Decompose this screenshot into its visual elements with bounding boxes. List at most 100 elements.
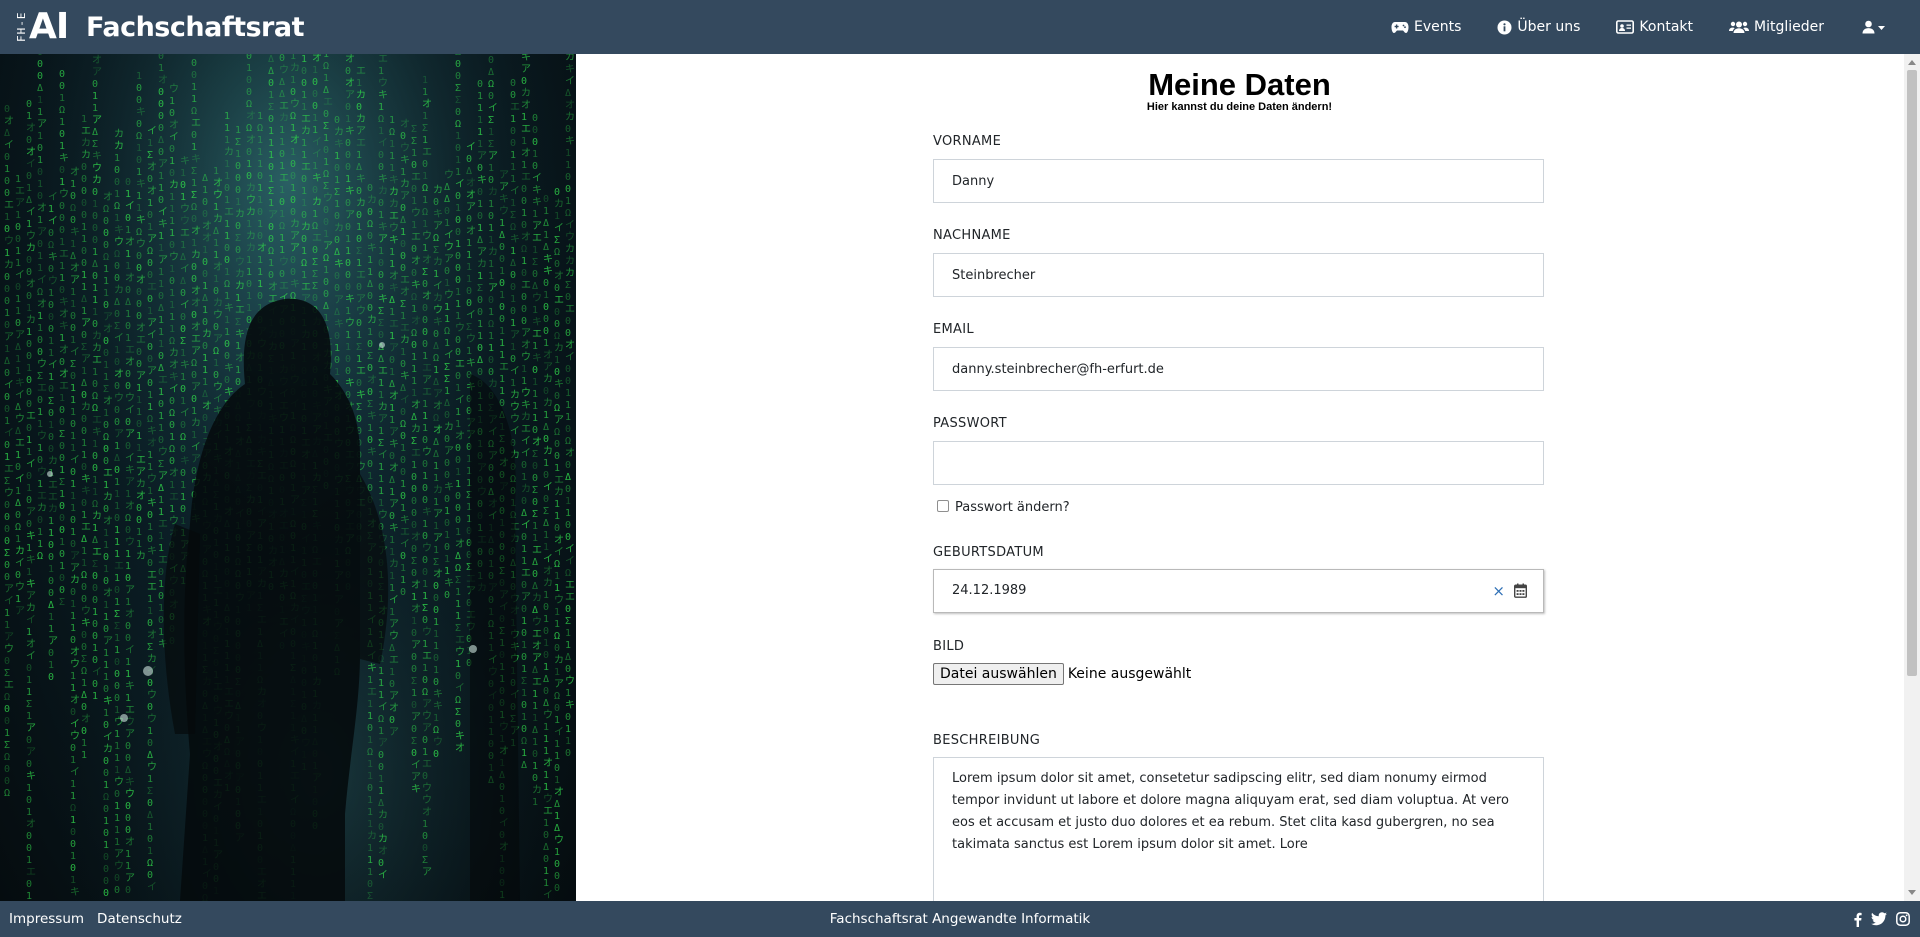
svg-text:1: 1 [488, 271, 494, 282]
date-clear-icon[interactable]: × [1492, 583, 1505, 599]
svg-text:1: 1 [367, 867, 373, 878]
svg-text:キ: キ [136, 179, 146, 190]
user-dropdown-toggle[interactable] [1862, 20, 1886, 34]
svg-text:0: 0 [400, 407, 406, 418]
brand-home-link[interactable]: FH-E AI Fachschaftsrat [15, 6, 305, 48]
footer-impressum-link[interactable]: Impressum [9, 911, 84, 927]
svg-text:カ: カ [213, 213, 223, 225]
svg-text:1: 1 [70, 791, 76, 802]
svg-text:Δ: Δ [125, 765, 131, 776]
svg-text:1: 1 [26, 303, 32, 314]
svg-text:キ: キ [565, 700, 575, 711]
svg-text:ウ: ウ [400, 142, 410, 154]
svg-text:1: 1 [147, 822, 153, 833]
svg-text:1: 1 [411, 592, 417, 603]
svg-text:カ: カ [378, 185, 388, 197]
svg-text:1: 1 [378, 726, 384, 737]
svg-text:キ: キ [532, 317, 542, 328]
nachname-input[interactable] [933, 253, 1544, 297]
svg-text:1: 1 [224, 111, 230, 122]
svg-text:1: 1 [114, 633, 120, 644]
svg-text:カ: カ [48, 455, 58, 467]
nav-ueber-uns[interactable]: Über uns [1497, 19, 1580, 35]
svg-text:カ: カ [169, 347, 179, 359]
svg-text:ア: ア [136, 467, 146, 478]
svg-text:Σ: Σ [411, 676, 417, 687]
geburtsdatum-input[interactable]: 24.12.1989 × [933, 569, 1544, 613]
svg-text:キ: キ [389, 283, 399, 294]
svg-text:キ: キ [180, 360, 190, 371]
svg-text:1: 1 [70, 815, 76, 826]
svg-text:Ω: Ω [4, 752, 10, 763]
nav-mitglieder[interactable]: Mitglieder [1729, 19, 1824, 35]
svg-text:カ: カ [378, 401, 388, 413]
svg-text:ア: ア [70, 551, 80, 562]
svg-text:0: 0 [312, 101, 318, 112]
scroll-down-arrow[interactable] [1908, 890, 1916, 895]
svg-text:オ: オ [433, 400, 443, 412]
svg-text:1: 1 [532, 341, 538, 352]
svg-text:エ: エ [279, 101, 289, 112]
svg-text:1: 1 [92, 247, 98, 258]
svg-text:エ: エ [323, 97, 333, 108]
svg-text:Σ: Σ [433, 557, 439, 568]
svg-text:イ: イ [15, 390, 25, 401]
svg-text:1: 1 [92, 691, 98, 702]
svg-text:1: 1 [554, 355, 560, 366]
page-scrollbar[interactable] [1904, 54, 1920, 901]
svg-text:1: 1 [389, 415, 395, 426]
svg-text:オ: オ [37, 202, 47, 214]
svg-text:1: 1 [367, 843, 373, 854]
calendar-icon[interactable] [1514, 583, 1527, 598]
twitter-icon[interactable] [1871, 912, 1887, 926]
svg-text:1: 1 [180, 492, 186, 503]
file-choose-button[interactable]: Datei auswählen [933, 663, 1064, 685]
svg-text:0: 0 [114, 165, 120, 176]
scroll-up-arrow[interactable] [1908, 60, 1916, 65]
passwort-aendern-row[interactable]: Passwort ändern? [937, 499, 1070, 515]
svg-text:Ω: Ω [554, 403, 560, 414]
svg-text:1: 1 [543, 590, 549, 601]
svg-text:Ω: Ω [554, 559, 560, 570]
svg-text:キ: キ [147, 546, 157, 557]
svg-text:1: 1 [136, 167, 142, 178]
svg-text:0: 0 [488, 367, 494, 378]
svg-text:1: 1 [422, 219, 428, 230]
svg-text:0: 0 [455, 455, 461, 466]
svg-text:エ: エ [279, 281, 289, 292]
svg-text:1: 1 [114, 477, 120, 488]
nav-kontakt[interactable]: Kontakt [1616, 19, 1693, 35]
bild-file-input: Datei auswählen Keine ausgewählt [933, 663, 1191, 685]
svg-text:0: 0 [554, 523, 560, 534]
svg-text:0: 0 [37, 239, 43, 250]
nav-events[interactable]: Events [1391, 19, 1461, 35]
passwort-aendern-checkbox[interactable] [937, 499, 949, 512]
svg-text:オ: オ [521, 339, 531, 351]
svg-text:1: 1 [147, 450, 153, 461]
svg-text:0: 0 [565, 124, 571, 135]
facebook-icon[interactable] [1853, 912, 1862, 927]
svg-text:Σ: Σ [312, 281, 318, 292]
svg-text:1: 1 [455, 479, 461, 490]
svg-text:1: 1 [169, 228, 175, 239]
svg-text:1: 1 [125, 189, 131, 200]
svg-text:0: 0 [147, 834, 153, 845]
svg-text:0: 0 [411, 544, 417, 555]
svg-text:キ: キ [444, 482, 454, 493]
svg-text:1: 1 [389, 547, 395, 558]
svg-text:Σ: Σ [488, 115, 494, 126]
passwort-aendern-label: Passwort ändern? [955, 500, 1070, 515]
vorname-input[interactable] [933, 159, 1544, 203]
svg-text:1: 1 [279, 233, 285, 244]
footer-datenschutz-link[interactable]: Datenschutz [97, 911, 182, 927]
svg-text:1: 1 [400, 443, 406, 454]
svg-text:オ: オ [565, 339, 575, 351]
passwort-input[interactable] [933, 441, 1544, 485]
instagram-icon[interactable] [1896, 912, 1910, 926]
email-input[interactable] [933, 347, 1544, 391]
svg-text:0: 0 [125, 801, 131, 812]
beschreibung-textarea[interactable]: Lorem ipsum dolor sit amet, consetetur s… [933, 757, 1544, 901]
svg-text:1: 1 [136, 407, 142, 418]
svg-text:0: 0 [290, 207, 296, 218]
scroll-thumb[interactable] [1907, 70, 1917, 676]
